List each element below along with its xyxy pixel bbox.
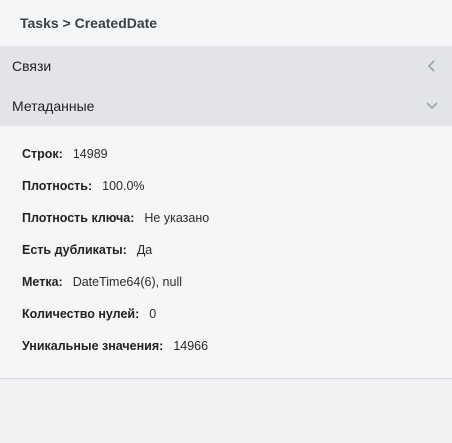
- metadata-key: Метка:: [22, 275, 63, 289]
- section-metadata-label: Метаданные: [12, 98, 95, 114]
- section-links[interactable]: Связи: [0, 46, 452, 86]
- metadata-value: 14989: [72, 147, 108, 161]
- metadata-key: Плотность:: [22, 179, 93, 193]
- metadata-row-unique: Уникальные значения: 14966: [0, 339, 452, 371]
- chevron-down-icon: [424, 98, 440, 114]
- metadata-value: Не указано: [144, 211, 210, 225]
- metadata-row-type: Метка: DateTime64(6), null: [0, 275, 452, 307]
- header-bar: Tasks > CreatedDate: [0, 0, 452, 46]
- metadata-value: 100.0%: [102, 179, 145, 193]
- metadata-key: Строк:: [22, 147, 63, 161]
- metadata-value: 0: [149, 307, 157, 321]
- section-links-label: Связи: [12, 58, 52, 74]
- metadata-row-key-density: Плотность ключа: Не указано: [0, 211, 452, 243]
- chevron-left-icon: [424, 58, 440, 74]
- metadata-key: Количество нулей:: [22, 307, 140, 321]
- metadata-key: Уникальные значения:: [22, 339, 164, 353]
- breadcrumb: Tasks > CreatedDate: [20, 15, 158, 31]
- metadata-row-null-count: Количество нулей: 0: [0, 307, 452, 339]
- metadata-panel: Строк: 14989 Плотность: 100.0% Плотность…: [0, 126, 452, 379]
- metadata-value: 14966: [173, 339, 209, 353]
- metadata-row-density: Плотность: 100.0%: [0, 179, 452, 211]
- metadata-row-rows: Строк: 14989: [0, 147, 452, 179]
- metadata-key: Есть дубликаты:: [22, 243, 127, 257]
- section-metadata[interactable]: Метаданные: [0, 86, 452, 126]
- metadata-key: Плотность ключа:: [22, 211, 135, 225]
- metadata-row-duplicates: Есть дубликаты: Да: [0, 243, 452, 275]
- metadata-value: Да: [136, 243, 153, 257]
- metadata-value: DateTime64(6), null: [72, 275, 183, 289]
